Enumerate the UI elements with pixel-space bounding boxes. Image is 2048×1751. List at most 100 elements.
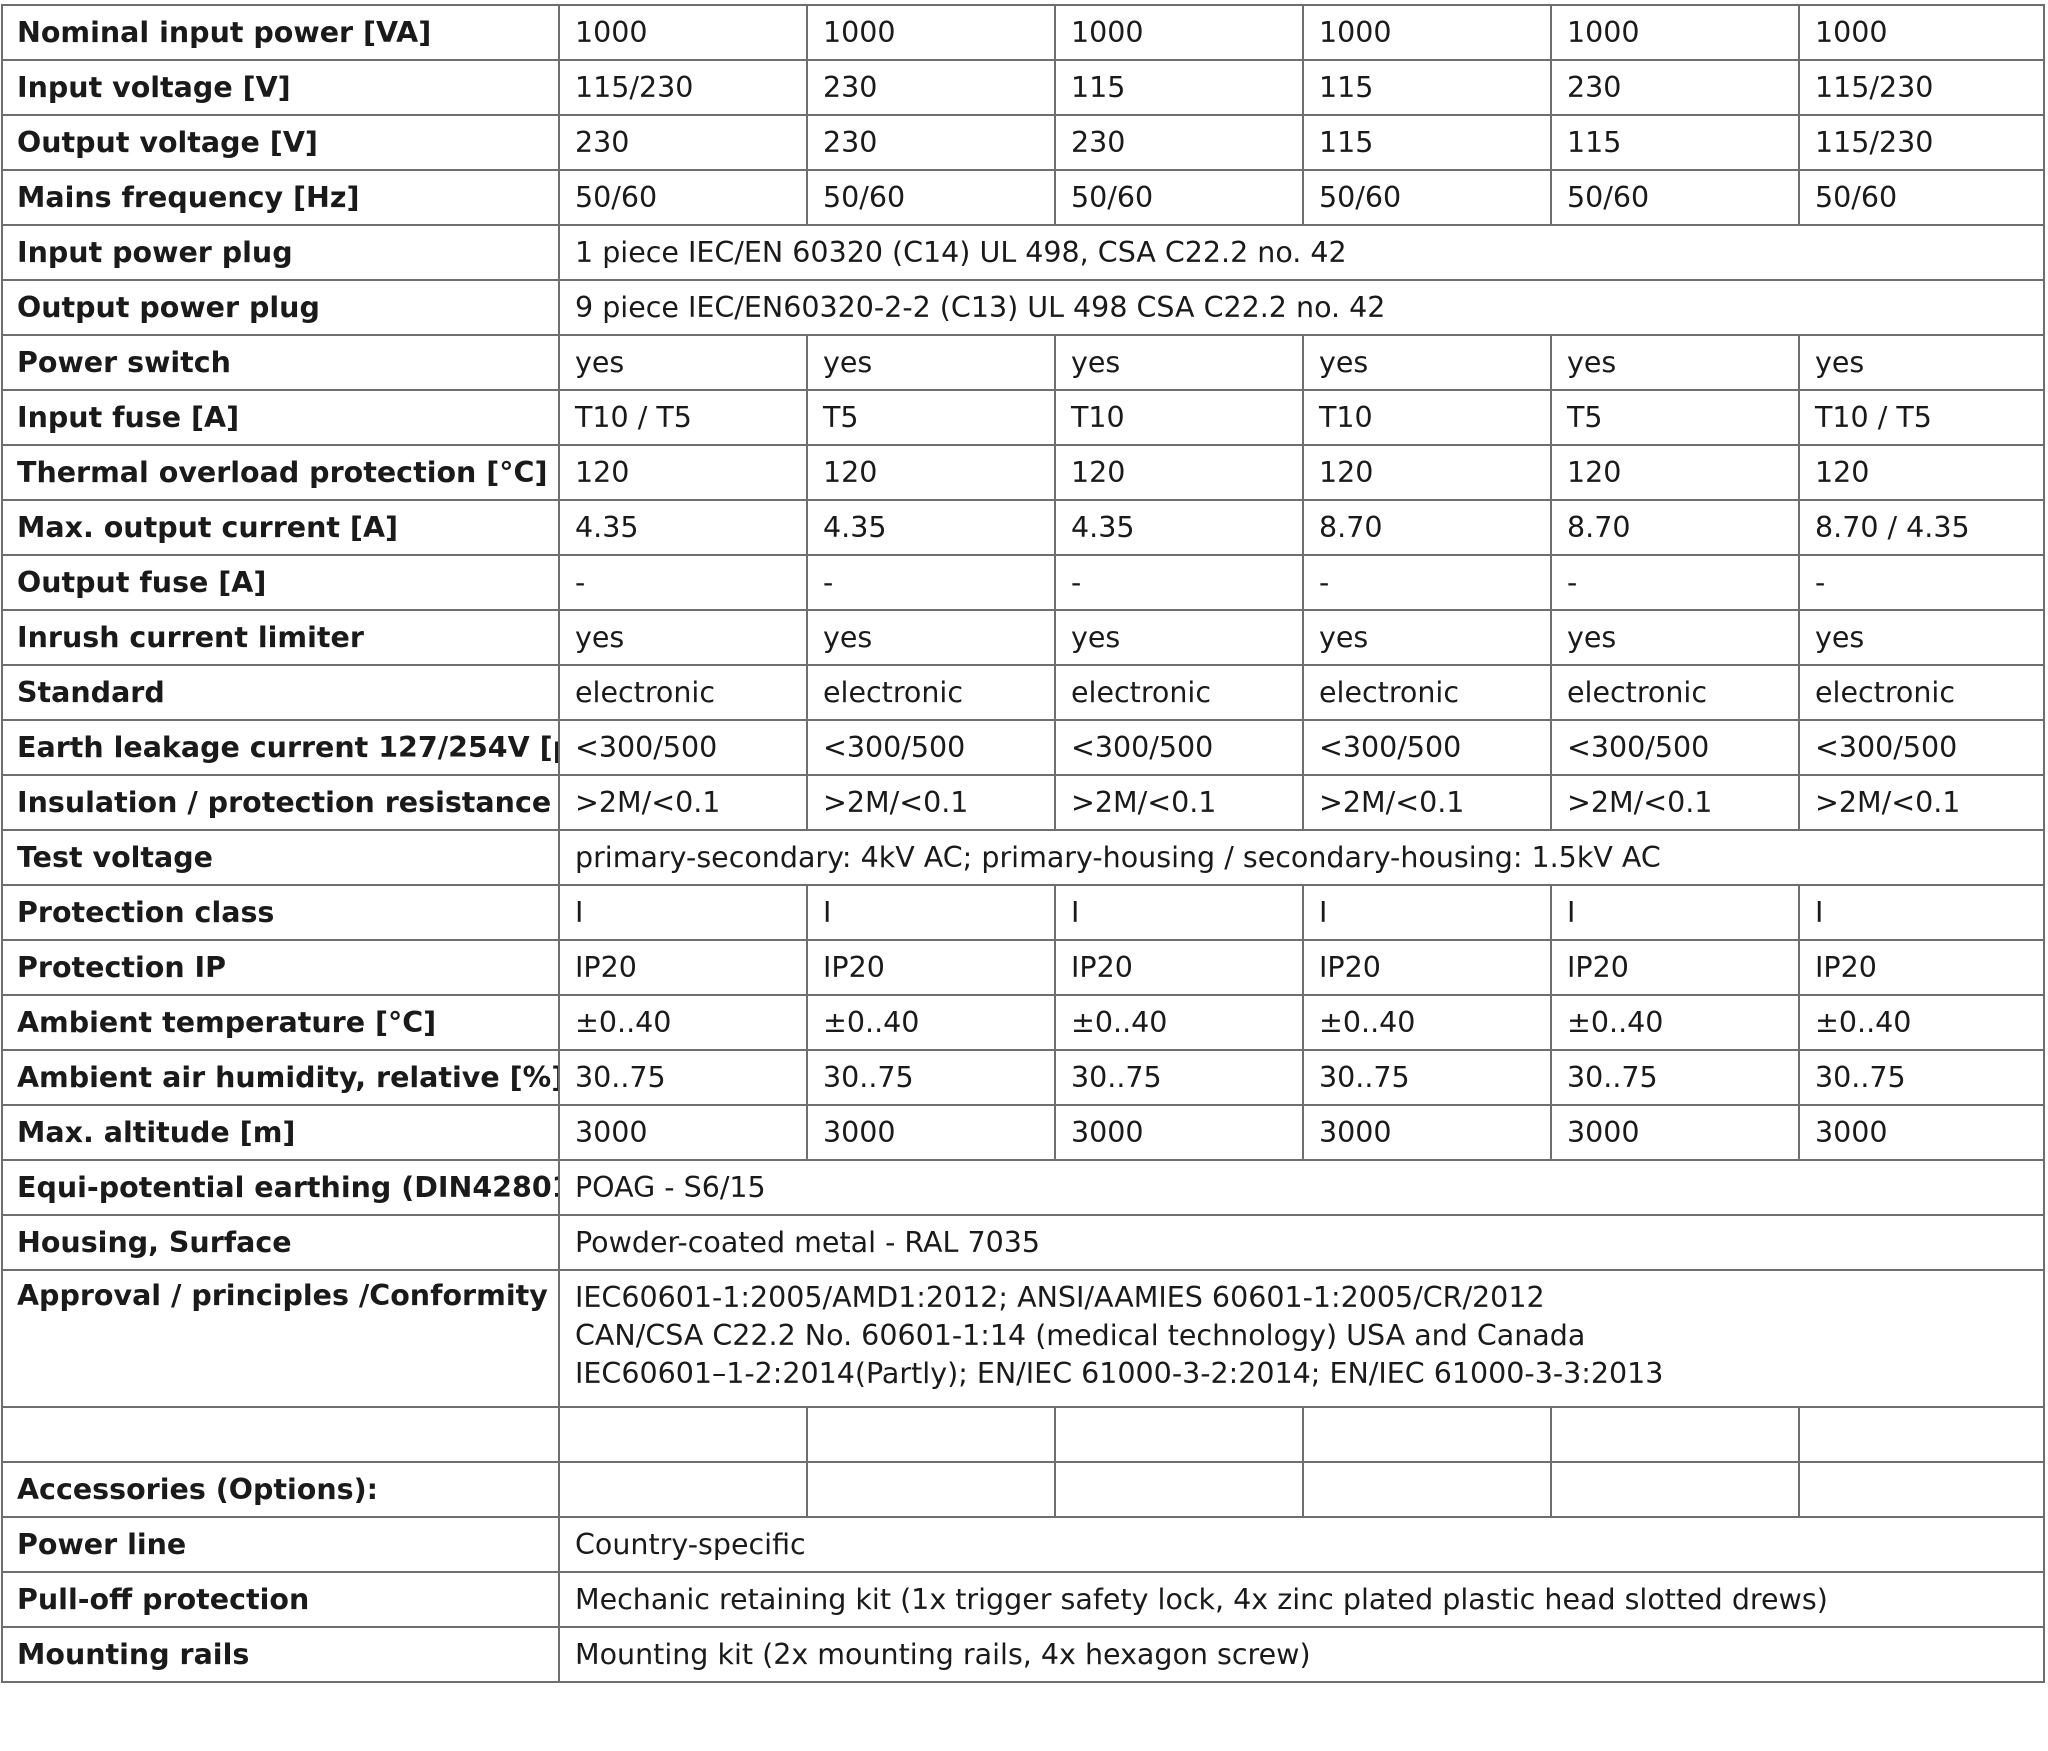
table-cell: IP20 [1054, 939, 1304, 996]
table-cell: 30..75 [1550, 1049, 1800, 1106]
table-cell: IP20 [1550, 939, 1800, 996]
approval-line: IEC60601-1:2005/AMD1:2012; ANSI/AAMIES 6… [575, 1281, 1545, 1314]
table-cell: - [1054, 554, 1304, 611]
table-cell: I [806, 884, 1056, 941]
row-label: Ambient temperature [°C] [1, 994, 560, 1051]
row-label: Input fuse [A] [1, 389, 560, 446]
table-cell: 30..75 [558, 1049, 808, 1106]
table-cell: yes [1302, 334, 1552, 391]
table-cell: - [806, 554, 1056, 611]
table-cell: T10 [1054, 389, 1304, 446]
table-row: Inrush current limiter yes yes yes yes yes yes [1, 609, 2045, 666]
table-cell-spanning: POAG - S6/15 [558, 1159, 2045, 1216]
table-cell: 3000 [1302, 1104, 1552, 1161]
table-cell: ±0..40 [1302, 994, 1552, 1051]
table-cell: - [1550, 554, 1800, 611]
table-cell: <300/500 [1302, 719, 1552, 776]
table-cell: >2M/<0.1 [806, 774, 1056, 831]
table-cell [1302, 1406, 1552, 1463]
table-cell [1302, 1461, 1552, 1518]
row-label: Max. altitude [m] [1, 1104, 560, 1161]
table-row: Insulation / protection resistance [Ω] >2… [1, 774, 2045, 831]
row-label: Nominal input power [VA] [1, 4, 560, 61]
table-cell: 50/60 [1550, 169, 1800, 226]
table-cell: T10 [1302, 389, 1552, 446]
table-cell: 115 [1302, 59, 1552, 116]
specification-table-body: Nominal input power [VA] 1000 1000 1000 1000… [1, 4, 2045, 1683]
row-label: Input voltage [V] [1, 59, 560, 116]
table-cell-multiline: IEC60601-1:2005/AMD1:2012; ANSI/AAMIES 6… [558, 1269, 2045, 1408]
row-label: Power switch [1, 334, 560, 391]
table-cell: yes [1302, 609, 1552, 666]
table-cell: 230 [1550, 59, 1800, 116]
table-row: Input voltage [V] 115/230 230 115 115 230 115/… [1, 59, 2045, 116]
table-row: Thermal overload protection [°C] 120 120 12… [1, 444, 2045, 501]
row-label: Equi-potential earthing (DIN42801) [1, 1159, 560, 1216]
table-row: Max. altitude [m] 3000 3000 3000 3000 3000 300… [1, 1104, 2045, 1161]
table-cell [1550, 1406, 1800, 1463]
table-cell: electronic [1302, 664, 1552, 721]
table-row: Test voltage primary-secondary: 4kV AC; p… [1, 829, 2045, 886]
table-cell: ±0..40 [558, 994, 808, 1051]
table-row: Equi-potential earthing (DIN42801) POAG -… [1, 1159, 2045, 1216]
table-cell: 1000 [1302, 4, 1552, 61]
table-row: Output power plug 9 piece IEC/EN60320-2-2… [1, 279, 2045, 336]
table-cell: I [558, 884, 808, 941]
table-cell [558, 1461, 808, 1518]
table-cell: 120 [558, 444, 808, 501]
table-cell: yes [558, 334, 808, 391]
table-row: Ambient air humidity, relative [%] 30..75… [1, 1049, 2045, 1106]
table-cell: T10 / T5 [558, 389, 808, 446]
table-row: Mounting rails Mounting kit (2x mounting … [1, 1626, 2045, 1683]
table-cell: electronic [1550, 664, 1800, 721]
table-cell: yes [1054, 334, 1304, 391]
table-cell: yes [1798, 334, 2045, 391]
table-cell: electronic [1798, 664, 2045, 721]
row-label: Earth leakage current 127/254V [µA] [1, 719, 560, 776]
row-label: Pull-off protection [1, 1571, 560, 1628]
table-cell: I [1054, 884, 1304, 941]
table-cell: 3000 [1550, 1104, 1800, 1161]
table-row: Power switch yes yes yes yes yes yes [1, 334, 2045, 391]
table-cell: <300/500 [806, 719, 1056, 776]
row-label: Input power plug [1, 224, 560, 281]
row-label: Protection IP [1, 939, 560, 996]
table-cell: <300/500 [1054, 719, 1304, 776]
table-cell: 115 [1054, 59, 1304, 116]
row-label: Ambient air humidity, relative [%] [1, 1049, 560, 1106]
table-cell: 50/60 [1302, 169, 1552, 226]
table-cell: yes [1550, 334, 1800, 391]
table-cell [806, 1461, 1056, 1518]
row-label: Approval / principles /Conformity CE [1, 1269, 560, 1408]
table-cell: 4.35 [558, 499, 808, 556]
table-row: Ambient temperature [°C] ±0..40 ±0..40 ±0..… [1, 994, 2045, 1051]
table-cell: 3000 [806, 1104, 1056, 1161]
table-cell: 30..75 [1798, 1049, 2045, 1106]
table-cell: <300/500 [1550, 719, 1800, 776]
table-cell: 115/230 [1798, 114, 2045, 171]
table-cell: I [1798, 884, 2045, 941]
table-cell: yes [1054, 609, 1304, 666]
table-cell: 120 [1550, 444, 1800, 501]
table-cell: 3000 [558, 1104, 808, 1161]
table-cell: 120 [1302, 444, 1552, 501]
table-cell-spanning: 9 piece IEC/EN60320-2-2 (C13) UL 498 CSA… [558, 279, 2045, 336]
row-label: Output fuse [A] [1, 554, 560, 611]
table-cell-spanning: Mechanic retaining kit (1x trigger safet… [558, 1571, 2045, 1628]
table-cell: >2M/<0.1 [1302, 774, 1552, 831]
table-cell: 4.35 [806, 499, 1056, 556]
table-cell: T5 [806, 389, 1056, 446]
table-cell: 3000 [1798, 1104, 2045, 1161]
approval-line: CAN/CSA C22.2 No. 60601-1:14 (medical te… [575, 1319, 1586, 1352]
table-cell: I [1550, 884, 1800, 941]
table-cell: electronic [1054, 664, 1304, 721]
table-cell: 50/60 [558, 169, 808, 226]
table-cell: - [1798, 554, 2045, 611]
table-cell: 230 [558, 114, 808, 171]
table-cell: - [558, 554, 808, 611]
table-cell [1798, 1406, 2045, 1463]
table-cell: 230 [1054, 114, 1304, 171]
table-row: Housing, Surface Powder-coated metal - RA… [1, 1214, 2045, 1271]
table-cell: yes [558, 609, 808, 666]
table-cell-spanning: Country-specific [558, 1516, 2045, 1573]
